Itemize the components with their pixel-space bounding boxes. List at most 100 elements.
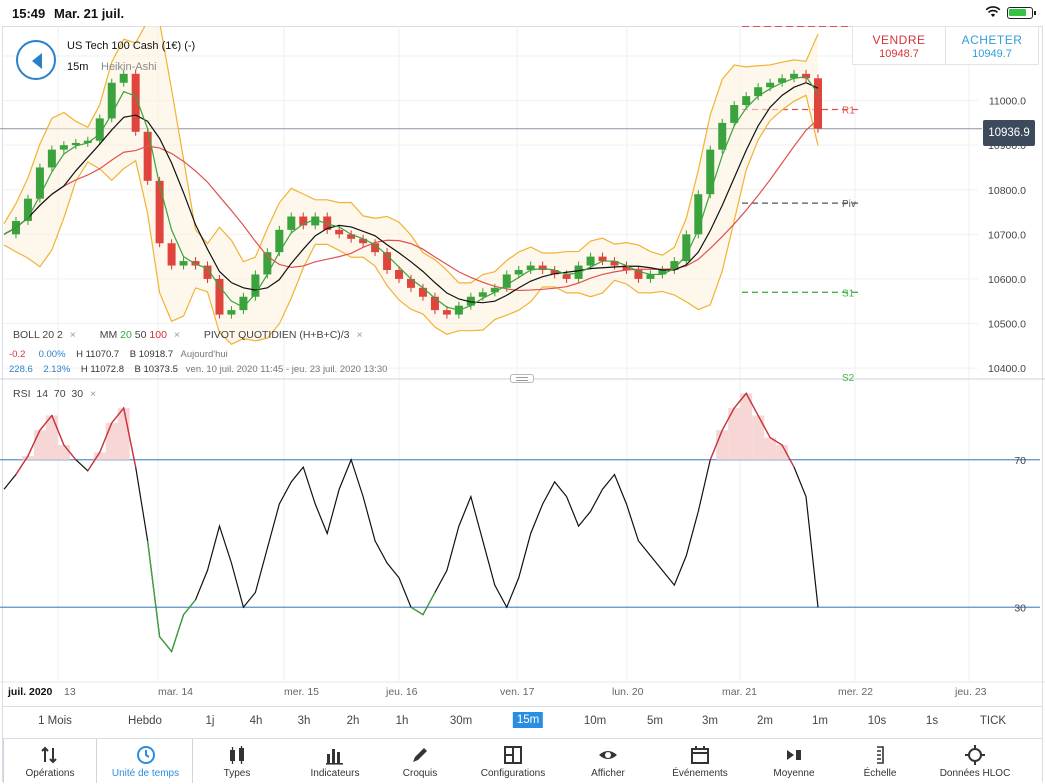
timeframe-tick[interactable]: TICK [980,715,1006,727]
time-tick-label: mar. 21 [722,686,757,698]
toolbar-average[interactable]: Moyenne [747,739,841,783]
day-label: Aujourd'hui [180,349,228,360]
period-label: ven. 10 juil. 2020 11:45 - jeu. 23 juil.… [185,364,388,375]
rsi-lower: 30 [71,388,84,400]
boll-name: BOLL [13,329,40,341]
timeframe-30m[interactable]: 30m [450,715,472,727]
toolbar-time-unit[interactable]: Unité de temps [99,739,193,783]
current-price-tag: 10936.9 [983,120,1035,146]
time-tick-label: 13 [64,686,76,698]
toolbar-hloc-data[interactable]: Données HLOC [928,739,1022,783]
indicator-legend: BOLL 20 2 × MM 20 50 100 × PIVOT QUOTIDI… [13,329,363,341]
pivot-formula: (H+B+C)/3 [299,329,350,341]
battery-icon [1007,7,1036,19]
pivot-label-s2: S2 [842,373,855,384]
toolbar-label: Événements [672,768,728,779]
candle-body [155,180,164,244]
candle-body [682,234,691,262]
pencil-icon [413,748,427,762]
candle-body [646,274,655,279]
toolbar-configurations[interactable]: Configurations [466,739,560,783]
day-low: B 10918.7 [129,349,174,360]
toolbar-label: Moyenne [773,768,815,779]
remove-mm-icon[interactable]: × [174,329,180,341]
crosshair-icon [965,745,985,765]
day-change: -0.2 [9,349,26,360]
trade-box: VENDRE 10948.7 ACHETER 10949.7 [852,26,1039,65]
wifi-icon [985,6,1001,17]
candle-body [335,229,344,235]
rsi-tick-label: 70 [1014,455,1026,467]
candle-body [35,167,44,199]
timeframe-1-mois[interactable]: 1 Mois [38,715,72,727]
time-tick-label: jeu. 16 [385,686,418,698]
candle-body [766,82,775,88]
timeframe-1s[interactable]: 1s [926,715,938,727]
instrument-timeframe: 15m [67,61,89,73]
period-stats: 228.6 2.13% H 11072.8 B 10373.5 ven. 10 … [9,364,387,375]
toolbar-indicators[interactable]: Indicateurs [288,739,382,783]
candle-body [442,310,451,315]
time-tick-label: lun. 20 [612,686,644,698]
timeframe-3h[interactable]: 3h [298,715,311,727]
rsi-upper: 70 [53,388,66,400]
toolbar-label: Afficher [591,768,625,779]
pane-resize-handle[interactable] [510,374,534,383]
time-tick-label: jeu. 23 [954,686,987,698]
chart-type-label: Heikin-Ashi [101,61,157,73]
remove-pivot-icon[interactable]: × [356,329,362,341]
mm-period-50: 50 [134,329,147,341]
toolbar-show[interactable]: Afficher [561,739,655,783]
timeframe-2m[interactable]: 2m [757,715,773,727]
price-tick-label: 10800.0 [988,185,1026,197]
candle-body [706,149,715,195]
rsi-oversold-segment [422,592,436,615]
sell-button[interactable]: VENDRE 10948.7 [853,27,945,64]
timeframe-1h[interactable]: 1h [396,715,409,727]
status-time: 15:49 [12,6,46,21]
toolbar-scale[interactable]: Échelle [833,739,927,783]
timeframe-3m[interactable]: 3m [702,715,718,727]
rsi-period: 14 [36,388,49,400]
candle-body [730,105,739,123]
timeframe-1m[interactable]: 1m [812,715,828,727]
status-bar: 15:49 Mar. 21 juil. [0,0,1045,26]
candle-body [514,270,523,275]
time-tick-label: mar. 14 [158,686,193,698]
toolbar-label: Unité de temps [111,768,180,779]
candle-body [562,274,571,279]
toolbar-label: Indicateurs [310,768,360,779]
remove-boll-icon[interactable]: × [70,329,76,341]
timeframe-15m[interactable]: 15m [512,712,544,728]
buy-button[interactable]: ACHETER 10949.7 [945,27,1038,64]
pivot-mode: QUOTIDIEN [238,329,297,341]
toolbar-label: Croquis [402,768,438,779]
price-tick-label: 11000.0 [989,96,1026,108]
remove-rsi-icon[interactable]: × [90,388,96,400]
timeframe-4h[interactable]: 4h [250,715,263,727]
timeframe-5m[interactable]: 5m [647,715,663,727]
price-tick-label: 10700.0 [988,229,1026,241]
back-button[interactable] [16,40,56,80]
timeframe-1j[interactable]: 1j [206,715,215,727]
mm-period-100: 100 [149,329,167,341]
toolbar-operations[interactable]: Opérations [3,739,97,783]
candle-body [478,292,487,297]
timeframe-2h[interactable]: 2h [347,715,360,727]
toolbar-drawing[interactable]: Croquis [373,739,467,783]
period-low: B 10373.5 [134,364,178,375]
candle-body [215,278,224,315]
buy-label: ACHETER [961,33,1023,47]
bollinger-fill [4,26,818,345]
candle-body [167,243,176,266]
timeframe-hebdo[interactable]: Hebdo [128,715,162,727]
bar-chart-icon [326,749,343,765]
timeframe-10s[interactable]: 10s [868,715,887,727]
sort-arrows-icon [41,746,57,764]
toolbar-label: Types [223,768,251,779]
calendar-icon [691,746,709,764]
back-arrow-icon [32,53,42,69]
toolbar-events[interactable]: Événements [653,739,747,783]
toolbar-types[interactable]: Types [190,739,284,783]
timeframe-10m[interactable]: 10m [584,715,606,727]
